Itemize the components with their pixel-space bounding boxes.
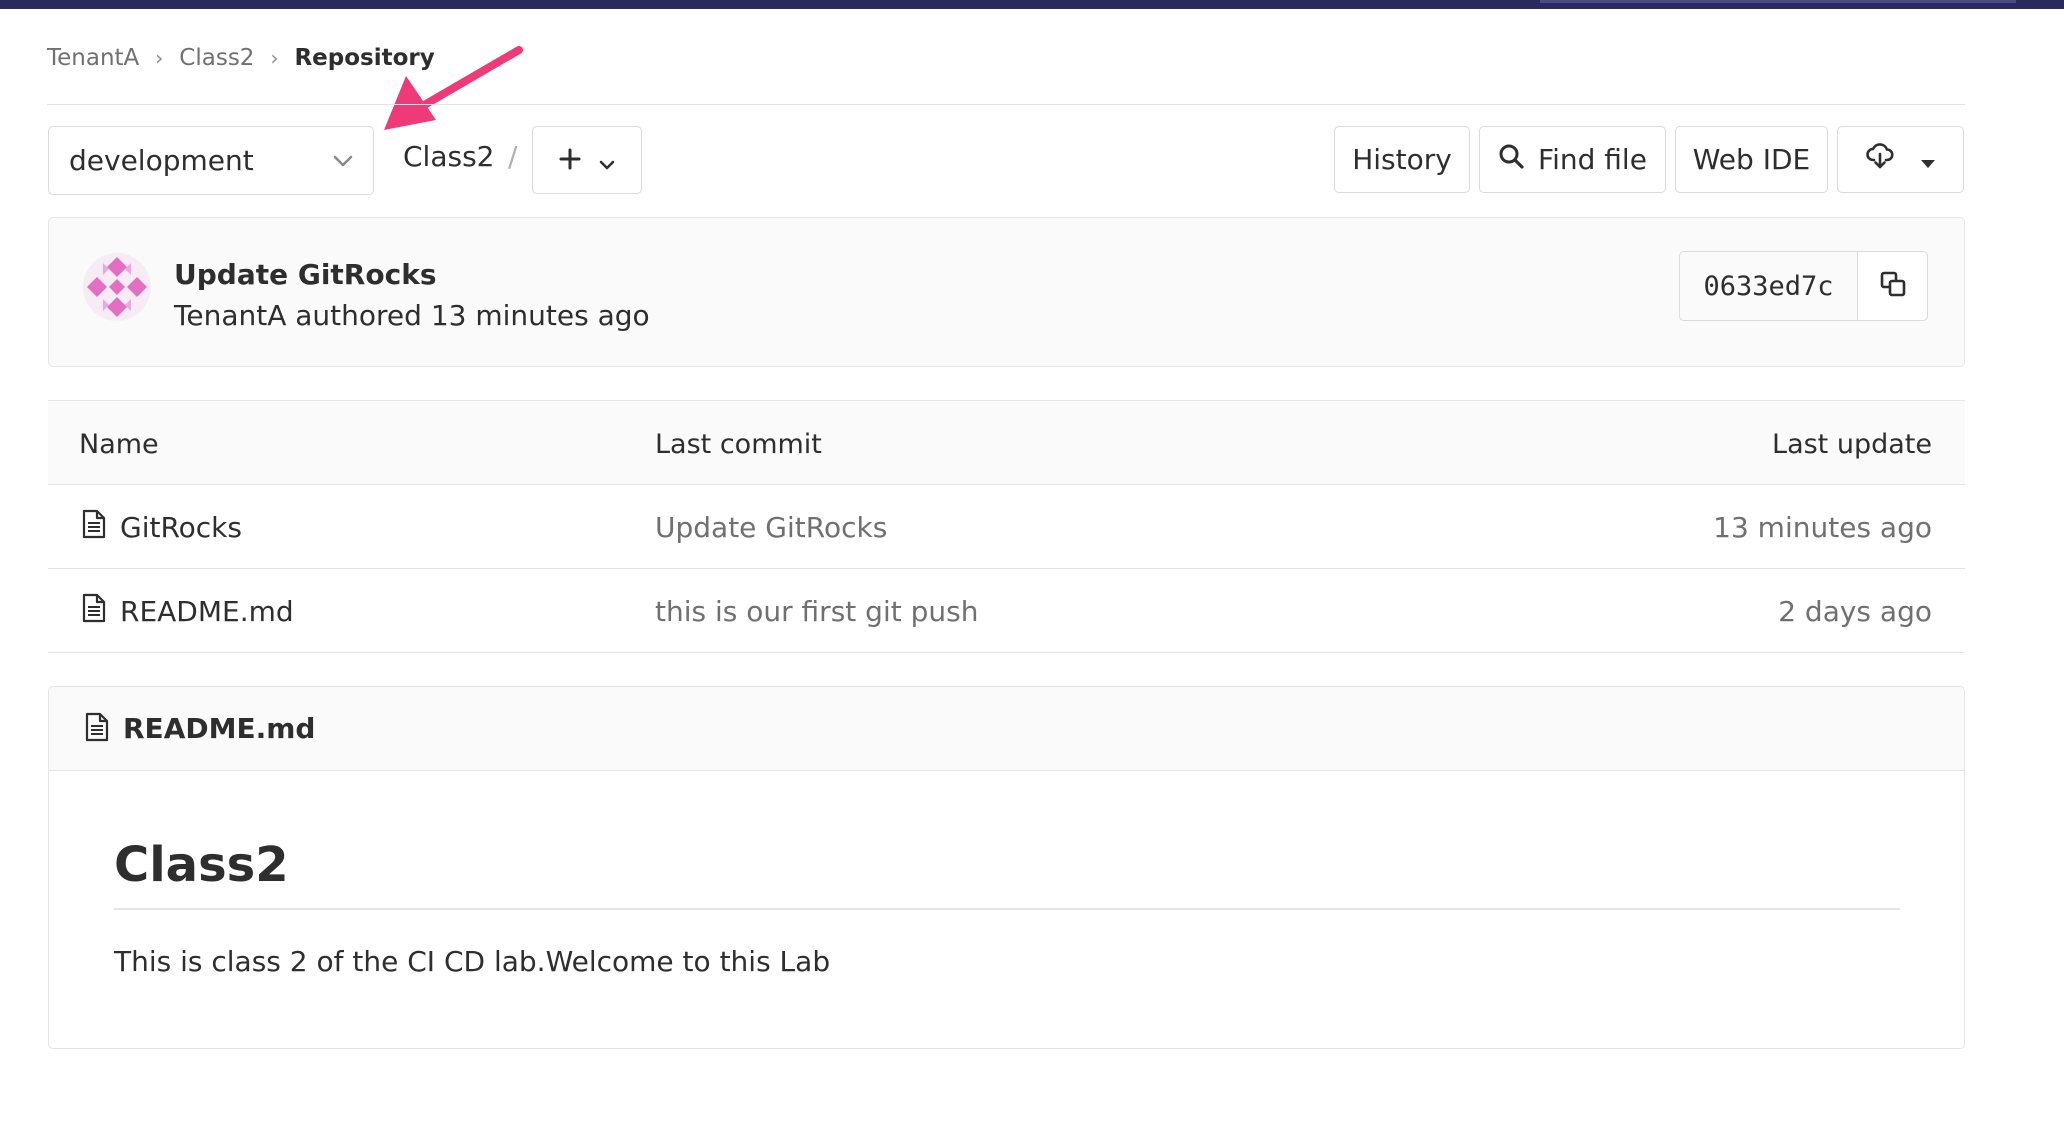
web-ide-label: Web IDE	[1692, 143, 1811, 176]
file-last-commit[interactable]: Update GitRocks	[655, 511, 887, 544]
add-new-dropdown[interactable]	[532, 126, 642, 194]
avatar[interactable]	[83, 253, 151, 321]
path-separator: /	[508, 140, 518, 173]
table-row[interactable]: README.md this is our first git push 2 d…	[48, 569, 1965, 653]
commit-title-link[interactable]: Update GitRocks	[174, 258, 437, 291]
download-dropdown[interactable]	[1837, 126, 1964, 193]
readme-heading: Class2	[114, 837, 289, 893]
readme-header: README.md	[49, 687, 1964, 771]
file-name-cell[interactable]: GitRocks	[82, 509, 242, 546]
column-header-last-commit: Last commit	[655, 429, 822, 460]
column-header-last-update: Last update	[1772, 429, 1932, 460]
history-button-label: History	[1352, 143, 1452, 176]
branch-name: development	[69, 144, 254, 177]
web-ide-button[interactable]: Web IDE	[1675, 126, 1828, 193]
commit-sha-group: 0633ed7c	[1679, 251, 1928, 321]
find-file-label: Find file	[1538, 143, 1647, 176]
copy-icon	[1879, 270, 1907, 302]
breadcrumb-item-tenant[interactable]: TenantA	[47, 45, 139, 71]
caret-down-icon	[1920, 143, 1936, 176]
plus-icon	[559, 144, 581, 177]
commit-sha[interactable]: 0633ed7c	[1680, 252, 1858, 320]
last-commit-panel: Update GitRocks TenantA authored 13 minu…	[48, 217, 1965, 367]
file-icon	[82, 593, 106, 630]
arrow-icon	[384, 46, 523, 130]
file-last-update: 2 days ago	[1778, 595, 1932, 628]
commit-author-meta: TenantA authored 13 minutes ago	[174, 299, 650, 332]
readme-paragraph: This is class 2 of the CI CD lab.Welcome…	[114, 945, 831, 978]
table-header: Name Last commit Last update	[48, 400, 1965, 485]
copy-sha-button[interactable]	[1858, 252, 1927, 320]
breadcrumb-item-project[interactable]: Class2	[179, 45, 254, 71]
history-button[interactable]: History	[1334, 126, 1470, 193]
file-name-cell[interactable]: README.md	[82, 593, 294, 630]
chevron-right-icon: ›	[155, 46, 164, 70]
table-row[interactable]: GitRocks Update GitRocks 13 minutes ago	[48, 485, 1965, 569]
repo-path-link[interactable]: Class2	[403, 140, 494, 173]
file-icon	[82, 509, 106, 546]
file-last-commit[interactable]: this is our first git push	[655, 595, 978, 628]
top-navbar	[0, 0, 2064, 9]
file-name[interactable]: GitRocks	[120, 511, 242, 544]
file-tree-table: Name Last commit Last update GitRocks Up…	[48, 400, 1965, 653]
chevron-down-icon	[599, 144, 615, 177]
find-file-button[interactable]: Find file	[1479, 126, 1666, 193]
navbar-search-edge	[1540, 0, 2016, 3]
search-icon	[1498, 143, 1524, 176]
readme-filename-link[interactable]: README.md	[123, 712, 315, 745]
cloud-download-icon	[1865, 143, 1894, 176]
file-name[interactable]: README.md	[120, 595, 294, 628]
column-header-name: Name	[79, 429, 159, 460]
file-icon	[85, 712, 109, 746]
divider	[47, 104, 1965, 105]
readme-panel: README.md Class2 This is class 2 of the …	[48, 686, 1965, 1049]
file-last-update: 13 minutes ago	[1713, 511, 1932, 544]
chevron-down-icon	[333, 155, 353, 167]
divider	[114, 908, 1900, 910]
chevron-right-icon: ›	[270, 46, 279, 70]
branch-dropdown[interactable]: development	[48, 126, 374, 195]
